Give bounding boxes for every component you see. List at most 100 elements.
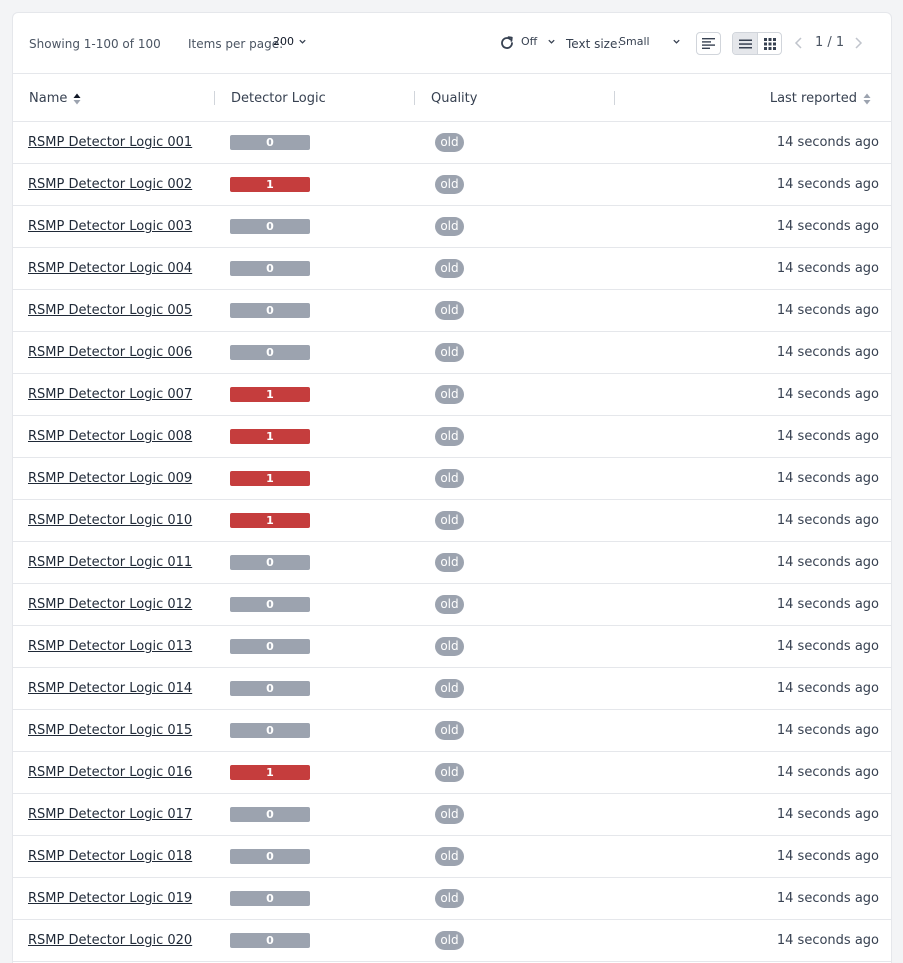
entity-name-link[interactable]: RSMP Detector Logic 012 (28, 597, 192, 612)
entity-name-link[interactable]: RSMP Detector Logic 010 (28, 513, 192, 528)
detector-logic-value: 0 (230, 933, 310, 948)
chevron-left-icon[interactable] (793, 36, 805, 50)
column-header-name[interactable]: Name (29, 91, 81, 106)
last-reported-value: 14 seconds ago (776, 219, 879, 234)
quality-badge: old (435, 847, 464, 866)
quality-badge: old (435, 133, 464, 152)
chevron-down-icon (672, 39, 680, 44)
entity-name-link[interactable]: RSMP Detector Logic 001 (28, 135, 192, 150)
detector-logic-value: 0 (230, 597, 310, 612)
entity-name-link[interactable]: RSMP Detector Logic 011 (28, 555, 192, 570)
last-reported-value: 14 seconds ago (776, 933, 879, 948)
quality-badge: old (435, 469, 464, 488)
quality-badge: old (435, 259, 464, 278)
detector-logic-value: 0 (230, 639, 310, 654)
column-resize-handle[interactable] (414, 91, 415, 105)
table-body: RSMP Detector Logic 001 0 old 14 seconds ag… (13, 122, 891, 962)
sort-icon (863, 93, 871, 104)
table-row: RSMP Detector Logic 007 1 old 14 seconds ag… (13, 374, 891, 416)
items-per-page-select[interactable]: 200 (273, 35, 307, 48)
last-reported-value: 14 seconds ago (776, 135, 879, 150)
detector-logic-value: 0 (230, 135, 310, 150)
last-reported-value: 14 seconds ago (776, 345, 879, 360)
showing-count: Showing 1-100 of 100 (29, 37, 161, 51)
quality-badge: old (435, 511, 464, 530)
entity-name-link[interactable]: RSMP Detector Logic 008 (28, 429, 192, 444)
table-row: RSMP Detector Logic 018 0 old 14 seconds ag… (13, 836, 891, 878)
text-size-value: Small (619, 35, 650, 48)
quality-badge: old (435, 805, 464, 824)
quality-badge: old (435, 217, 464, 236)
entity-name-link[interactable]: RSMP Detector Logic 003 (28, 219, 192, 234)
last-reported-value: 14 seconds ago (776, 681, 879, 696)
table-row: RSMP Detector Logic 010 1 old 14 seconds ag… (13, 500, 891, 542)
pagination-indicator: 1 / 1 (815, 35, 845, 50)
table-header: Name Detector Logic Quality Last reporte… (13, 74, 891, 122)
column-resize-handle[interactable] (214, 91, 215, 105)
entity-name-link[interactable]: RSMP Detector Logic 009 (28, 471, 192, 486)
list-icon (738, 39, 752, 48)
entity-name-link[interactable]: RSMP Detector Logic 006 (28, 345, 192, 360)
table-row: RSMP Detector Logic 012 0 old 14 seconds ag… (13, 584, 891, 626)
grid-icon (763, 37, 776, 50)
detector-logic-value: 0 (230, 681, 310, 696)
entity-name-link[interactable]: RSMP Detector Logic 019 (28, 891, 192, 906)
entity-name-link[interactable]: RSMP Detector Logic 004 (28, 261, 192, 276)
table-toolbar: Showing 1-100 of 100 Items per page: 200… (13, 13, 891, 74)
quality-badge: old (435, 343, 464, 362)
quality-badge: old (435, 553, 464, 572)
refresh-interval-select[interactable]: Off (521, 35, 556, 48)
table-row: RSMP Detector Logic 011 0 old 14 seconds ag… (13, 542, 891, 584)
entity-name-link[interactable]: RSMP Detector Logic 018 (28, 849, 192, 864)
table-row: RSMP Detector Logic 002 1 old 14 seconds ag… (13, 164, 891, 206)
detector-logic-value: 0 (230, 219, 310, 234)
quality-badge: old (435, 385, 464, 404)
table-row: RSMP Detector Logic 009 1 old 14 seconds ag… (13, 458, 891, 500)
entity-name-link[interactable]: RSMP Detector Logic 014 (28, 681, 192, 696)
last-reported-value: 14 seconds ago (776, 597, 879, 612)
column-header-label: Last reported (769, 91, 857, 106)
table-panel: Showing 1-100 of 100 Items per page: 200… (12, 12, 892, 963)
table-row: RSMP Detector Logic 016 1 old 14 seconds ag… (13, 752, 891, 794)
refresh-icon[interactable] (499, 35, 515, 51)
detector-logic-value: 0 (230, 555, 310, 570)
last-reported-value: 14 seconds ago (776, 429, 879, 444)
column-resize-handle[interactable] (614, 91, 615, 105)
column-header-last-reported[interactable]: Last reported (770, 91, 871, 106)
table-row: RSMP Detector Logic 006 0 old 14 seconds ag… (13, 332, 891, 374)
chevron-down-icon (548, 39, 555, 44)
entity-name-link[interactable]: RSMP Detector Logic 020 (28, 933, 192, 948)
entity-name-link[interactable]: RSMP Detector Logic 015 (28, 723, 192, 738)
column-header-label: Detector Logic (231, 91, 326, 106)
last-reported-value: 14 seconds ago (776, 555, 879, 570)
detector-logic-value: 1 (230, 387, 310, 402)
detector-logic-value: 0 (230, 891, 310, 906)
chevron-down-icon (299, 39, 306, 44)
quality-badge: old (435, 595, 464, 614)
column-header-label: Quality (431, 91, 478, 106)
entity-name-link[interactable]: RSMP Detector Logic 007 (28, 387, 192, 402)
entity-name-link[interactable]: RSMP Detector Logic 002 (28, 177, 192, 192)
list-view-button[interactable] (733, 33, 757, 54)
items-per-page-label: Items per page: (188, 37, 284, 51)
last-reported-value: 14 seconds ago (776, 849, 879, 864)
grid-view-button[interactable] (757, 33, 781, 54)
detector-logic-value: 0 (230, 303, 310, 318)
table-row: RSMP Detector Logic 020 0 old 14 seconds ag… (13, 920, 891, 962)
entity-name-link[interactable]: RSMP Detector Logic 017 (28, 807, 192, 822)
quality-badge: old (435, 763, 464, 782)
chevron-right-icon[interactable] (852, 36, 864, 50)
text-align-button[interactable] (696, 32, 721, 55)
table-row: RSMP Detector Logic 017 0 old 14 seconds ag… (13, 794, 891, 836)
detector-logic-value: 0 (230, 261, 310, 276)
last-reported-value: 14 seconds ago (776, 765, 879, 780)
column-header-label: Name (29, 91, 68, 106)
text-size-select[interactable]: Small (619, 35, 681, 48)
quality-badge: old (435, 721, 464, 740)
entity-name-link[interactable]: RSMP Detector Logic 005 (28, 303, 192, 318)
column-header-detector-logic: Detector Logic (231, 91, 326, 106)
entity-name-link[interactable]: RSMP Detector Logic 013 (28, 639, 192, 654)
table-row: RSMP Detector Logic 015 0 old 14 seconds ag… (13, 710, 891, 752)
view-mode-toggle (732, 32, 782, 55)
entity-name-link[interactable]: RSMP Detector Logic 016 (28, 765, 192, 780)
